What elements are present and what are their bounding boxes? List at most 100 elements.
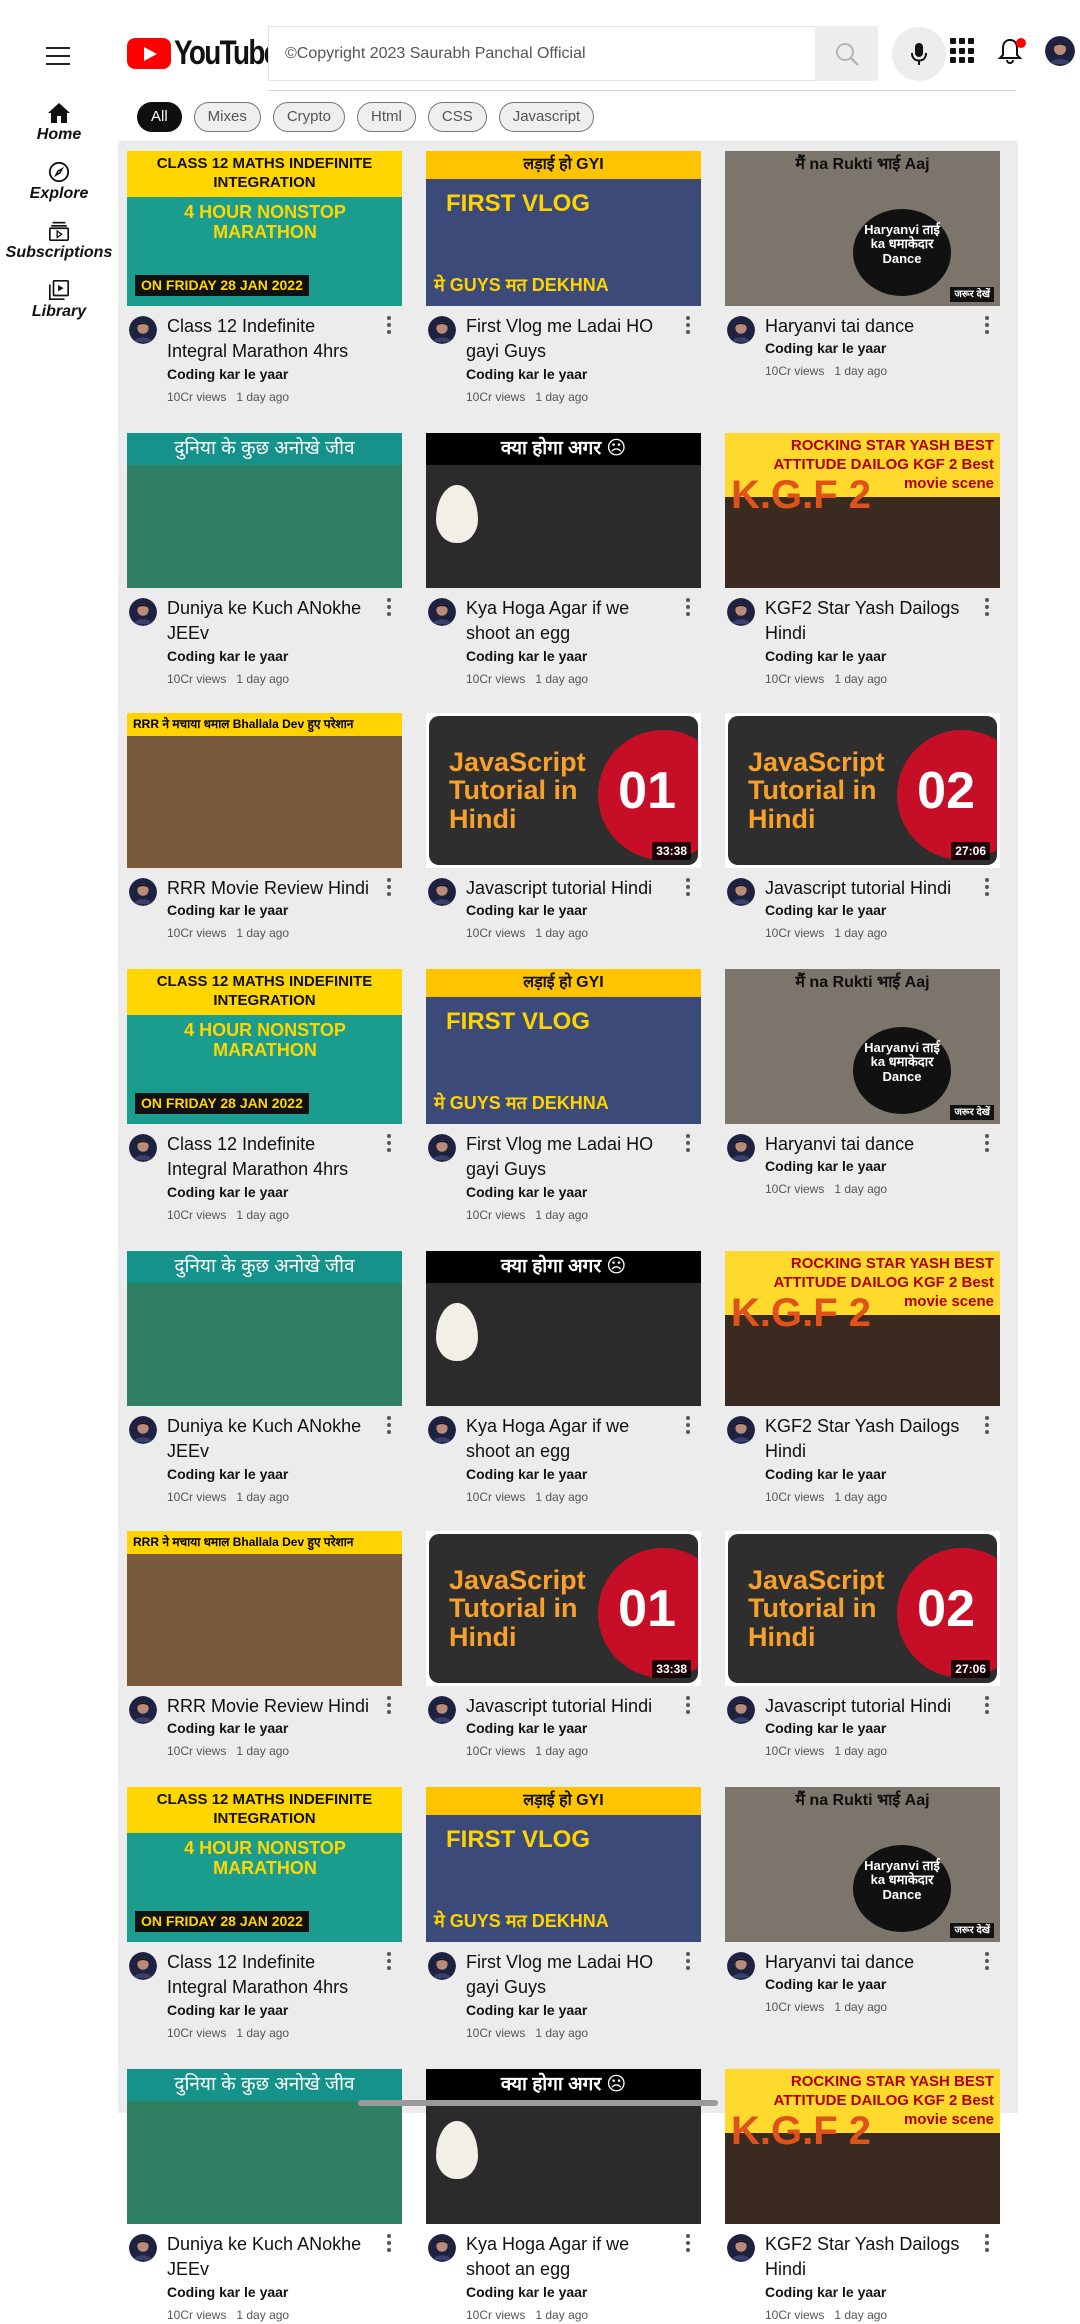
video-card[interactable]: ROCKING STAR YASH BEST ATTITUDE DAILOG K… [725, 433, 1002, 688]
video-title[interactable]: Duniya ke Kuch ANokhe JEEv [167, 596, 372, 646]
video-card[interactable]: JavaScript Tutorial in Hindi 02 27:06 Javas… [725, 1531, 1002, 1786]
video-thumbnail[interactable]: लड़ाई हो GYI FIRST VLOG मे GUYS मत DEKHNA [426, 151, 701, 306]
video-card[interactable]: RRR ने मचाया धमाल Bhallala Dev हुए परेशा… [127, 713, 404, 968]
video-thumbnail[interactable]: ROCKING STAR YASH BEST ATTITUDE DAILOG K… [725, 433, 1000, 588]
channel-avatar[interactable] [428, 1134, 456, 1162]
video-thumbnail[interactable]: JavaScript Tutorial in Hindi 01 33:38 [426, 1531, 701, 1686]
channel-name[interactable]: Coding kar le yaar [765, 340, 886, 356]
video-card[interactable]: CLASS 12 MATHS INDEFINITE INTEGRATION 4 H… [127, 969, 404, 1224]
more-options-icon[interactable] [980, 2234, 994, 2254]
video-title[interactable]: Javascript tutorial Hindi [765, 1694, 970, 1719]
search-button[interactable] [815, 26, 878, 81]
channel-avatar[interactable] [428, 316, 456, 344]
video-thumbnail[interactable]: ROCKING STAR YASH BEST ATTITUDE DAILOG K… [725, 2069, 1000, 2224]
video-title[interactable]: KGF2 Star Yash Dailogs Hindi [765, 596, 970, 646]
more-options-icon[interactable] [980, 1952, 994, 1972]
video-card[interactable]: दुनिया के कुछ अनोखे जीव Duniya ke Kuch AN… [127, 1251, 404, 1506]
more-options-icon[interactable] [382, 1696, 396, 1716]
video-title[interactable]: Javascript tutorial Hindi [765, 876, 970, 901]
channel-avatar[interactable] [129, 2234, 157, 2262]
sidebar-item-explore[interactable]: Explore [0, 161, 118, 203]
channel-name[interactable]: Coding kar le yaar [167, 1466, 288, 1482]
channel-avatar[interactable] [727, 2234, 755, 2262]
sidebar-item-subscriptions[interactable]: Subscriptions [0, 220, 118, 262]
video-thumbnail[interactable]: मैं na Rukti भाई Aaj Haryanvi ताई ka धमाक… [725, 969, 1000, 1124]
channel-name[interactable]: Coding kar le yaar [765, 1158, 886, 1174]
video-thumbnail[interactable]: क्या होगा अगर ☹ [426, 433, 701, 588]
video-title[interactable]: Kya Hoga Agar if we shoot an egg [466, 2232, 671, 2282]
voice-search-button[interactable] [892, 27, 946, 81]
channel-name[interactable]: Coding kar le yaar [765, 1720, 886, 1736]
video-card[interactable]: मैं na Rukti भाई Aaj Haryanvi ताई ka धमाक… [725, 1787, 1002, 2042]
channel-avatar[interactable] [428, 2234, 456, 2262]
video-thumbnail[interactable]: CLASS 12 MATHS INDEFINITE INTEGRATION 4 H… [127, 151, 402, 306]
video-thumbnail[interactable]: लड़ाई हो GYI FIRST VLOG मे GUYS मत DEKHNA [426, 1787, 701, 1942]
video-title[interactable]: RRR Movie Review Hindi [167, 1694, 372, 1719]
more-options-icon[interactable] [382, 316, 396, 336]
sidebar-item-home[interactable]: Home [0, 102, 118, 144]
sidebar-item-library[interactable]: Library [0, 279, 118, 321]
channel-name[interactable]: Coding kar le yaar [167, 1184, 288, 1200]
video-card[interactable]: क्या होगा अगर ☹ Kya Hoga Agar if we shoot… [426, 2069, 703, 2324]
video-card[interactable]: लड़ाई हो GYI FIRST VLOG मे GUYS मत DEKHNA F… [426, 969, 703, 1224]
more-options-icon[interactable] [980, 1134, 994, 1154]
video-card[interactable]: क्या होगा अगर ☹ Kya Hoga Agar if we shoot… [426, 433, 703, 688]
more-options-icon[interactable] [382, 878, 396, 898]
channel-name[interactable]: Coding kar le yaar [466, 1466, 587, 1482]
video-title[interactable]: KGF2 Star Yash Dailogs Hindi [765, 2232, 970, 2282]
video-card[interactable]: JavaScript Tutorial in Hindi 01 33:38 Javas… [426, 713, 703, 968]
video-thumbnail[interactable]: लड़ाई हो GYI FIRST VLOG मे GUYS मत DEKHNA [426, 969, 701, 1124]
more-options-icon[interactable] [382, 598, 396, 618]
channel-name[interactable]: Coding kar le yaar [167, 902, 288, 918]
channel-avatar[interactable] [428, 598, 456, 626]
more-options-icon[interactable] [681, 2234, 695, 2254]
video-card[interactable]: दुनिया के कुछ अनोखे जीव Duniya ke Kuch AN… [127, 433, 404, 688]
video-card[interactable]: JavaScript Tutorial in Hindi 01 33:38 Javas… [426, 1531, 703, 1786]
video-title[interactable]: Javascript tutorial Hindi [466, 1694, 671, 1719]
channel-avatar[interactable] [129, 1696, 157, 1724]
video-title[interactable]: First Vlog me Ladai HO gayi Guys [466, 1132, 671, 1182]
channel-name[interactable]: Coding kar le yaar [466, 2002, 587, 2018]
video-title[interactable]: Duniya ke Kuch ANokhe JEEv [167, 2232, 372, 2282]
video-title[interactable]: Kya Hoga Agar if we shoot an egg [466, 596, 671, 646]
more-options-icon[interactable] [980, 1416, 994, 1436]
channel-name[interactable]: Coding kar le yaar [167, 2002, 288, 2018]
channel-avatar[interactable] [727, 1134, 755, 1162]
more-options-icon[interactable] [382, 1952, 396, 1972]
more-options-icon[interactable] [681, 1952, 695, 1972]
channel-avatar[interactable] [129, 598, 157, 626]
channel-name[interactable]: Coding kar le yaar [765, 902, 886, 918]
channel-name[interactable]: Coding kar le yaar [167, 2284, 288, 2300]
chip-all[interactable]: All [137, 102, 182, 132]
chip-mixes[interactable]: Mixes [193, 102, 261, 132]
video-title[interactable]: First Vlog me Ladai HO gayi Guys [466, 1950, 671, 2000]
channel-avatar[interactable] [129, 1416, 157, 1444]
channel-avatar[interactable] [727, 1952, 755, 1980]
more-options-icon[interactable] [980, 598, 994, 618]
more-options-icon[interactable] [681, 1696, 695, 1716]
video-card[interactable]: मैं na Rukti भाई Aaj Haryanvi ताई ka धमाक… [725, 151, 1002, 406]
video-card[interactable]: CLASS 12 MATHS INDEFINITE INTEGRATION 4 H… [127, 1787, 404, 2042]
channel-avatar[interactable] [727, 598, 755, 626]
video-card[interactable]: CLASS 12 MATHS INDEFINITE INTEGRATION 4 H… [127, 151, 404, 406]
channel-name[interactable]: Coding kar le yaar [466, 2284, 587, 2300]
more-options-icon[interactable] [980, 1696, 994, 1716]
video-thumbnail[interactable]: दुनिया के कुछ अनोखे जीव [127, 1251, 402, 1406]
video-card[interactable]: JavaScript Tutorial in Hindi 02 27:06 Javas… [725, 713, 1002, 968]
horizontal-scrollbar[interactable] [358, 2100, 718, 2106]
video-thumbnail[interactable]: मैं na Rukti भाई Aaj Haryanvi ताई ka धमाक… [725, 151, 1000, 306]
channel-name[interactable]: Coding kar le yaar [466, 648, 587, 664]
more-options-icon[interactable] [681, 878, 695, 898]
video-thumbnail[interactable]: JavaScript Tutorial in Hindi 01 33:38 [426, 713, 701, 868]
more-options-icon[interactable] [382, 1416, 396, 1436]
chip-html[interactable]: Html [357, 102, 416, 132]
video-thumbnail[interactable]: RRR ने मचाया धमाल Bhallala Dev हुए परेशा… [127, 713, 402, 868]
video-title[interactable]: Kya Hoga Agar if we shoot an egg [466, 1414, 671, 1464]
more-options-icon[interactable] [681, 1416, 695, 1436]
channel-avatar[interactable] [129, 1952, 157, 1980]
channel-name[interactable]: Coding kar le yaar [167, 366, 288, 382]
channel-avatar[interactable] [727, 1696, 755, 1724]
more-options-icon[interactable] [681, 316, 695, 336]
channel-name[interactable]: Coding kar le yaar [466, 1184, 587, 1200]
chip-javascript[interactable]: Javascript [498, 102, 595, 132]
